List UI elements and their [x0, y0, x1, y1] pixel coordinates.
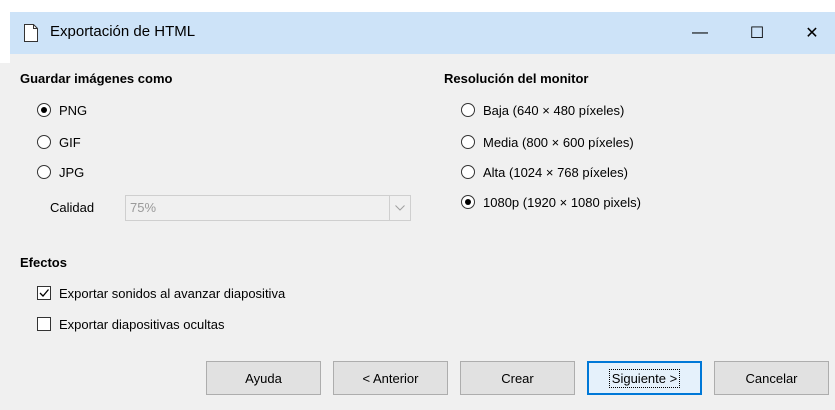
dialog-body: Guardar imágenes como PNG GIF JPG Calida… — [10, 54, 835, 410]
radio-res-high[interactable]: Alta (1024 × 768 píxeles) — [461, 163, 628, 181]
minimize-button[interactable]: — — [677, 12, 723, 54]
help-button[interactable]: Ayuda — [206, 361, 321, 395]
effects-heading: Efectos — [20, 255, 67, 270]
radio-png-label: PNG — [59, 102, 88, 118]
radio-res-low-label: Baja (640 × 480 píxeles) — [483, 102, 625, 118]
checkbox-export-hidden-slides-label: Exportar diapositivas ocultas — [59, 316, 225, 332]
radio-res-medium-indicator[interactable] — [461, 135, 475, 149]
maximize-button[interactable]: ☐ — [734, 12, 780, 54]
export-html-dialog: Exportación de HTML — ☐ ✕ Guardar imágen… — [0, 0, 835, 410]
checkbox-export-sounds-box[interactable] — [37, 286, 51, 300]
checkbox-export-sounds-label: Exportar sonidos al avanzar diapositiva — [59, 285, 286, 301]
next-button[interactable]: Siguiente > — [587, 361, 702, 395]
radio-res-1080p-label: 1080p (1920 × 1080 pixels) — [483, 194, 641, 210]
checkbox-export-hidden-slides-box[interactable] — [37, 317, 51, 331]
radio-res-medium[interactable]: Media (800 × 600 píxeles) — [461, 133, 634, 151]
radio-png[interactable]: PNG — [37, 101, 87, 119]
checkmark-icon — [39, 289, 49, 297]
radio-res-high-label: Alta (1024 × 768 píxeles) — [483, 164, 628, 180]
checkbox-export-sounds[interactable]: Exportar sonidos al avanzar diapositiva — [37, 284, 285, 302]
radio-gif-indicator[interactable] — [37, 135, 51, 149]
checkbox-export-hidden-slides[interactable]: Exportar diapositivas ocultas — [37, 315, 224, 333]
save-images-heading: Guardar imágenes como — [20, 71, 173, 86]
radio-res-1080p-indicator[interactable] — [461, 195, 475, 209]
close-button[interactable]: ✕ — [789, 12, 835, 54]
next-button-label: Siguiente > — [608, 368, 681, 388]
close-icon: ✕ — [805, 25, 819, 42]
quality-combobox: 75% — [125, 195, 411, 221]
radio-gif[interactable]: GIF — [37, 133, 81, 151]
maximize-icon: ☐ — [749, 25, 765, 42]
radio-res-medium-label: Media (800 × 600 píxeles) — [483, 134, 634, 150]
radio-res-1080p[interactable]: 1080p (1920 × 1080 pixels) — [461, 193, 641, 211]
title-bar[interactable]: Exportación de HTML — ☐ ✕ — [10, 12, 835, 54]
monitor-resolution-heading: Resolución del monitor — [444, 71, 589, 86]
radio-png-indicator[interactable] — [37, 103, 51, 117]
radio-res-low[interactable]: Baja (640 × 480 píxeles) — [461, 101, 624, 119]
radio-jpg-label: JPG — [59, 164, 85, 180]
minimize-icon: — — [692, 24, 708, 41]
document-icon — [24, 24, 38, 42]
radio-jpg-indicator[interactable] — [37, 165, 51, 179]
radio-res-low-indicator[interactable] — [461, 103, 475, 117]
radio-gif-label: GIF — [59, 134, 81, 150]
create-button[interactable]: Crear — [460, 361, 575, 395]
radio-res-high-indicator[interactable] — [461, 165, 475, 179]
quality-label: Calidad — [50, 200, 95, 215]
window-title: Exportación de HTML — [50, 23, 196, 40]
cancel-button[interactable]: Cancelar — [714, 361, 829, 395]
chevron-down-icon — [389, 196, 410, 220]
radio-jpg[interactable]: JPG — [37, 163, 84, 181]
quality-value: 75% — [130, 200, 157, 215]
previous-button[interactable]: < Anterior — [333, 361, 448, 395]
